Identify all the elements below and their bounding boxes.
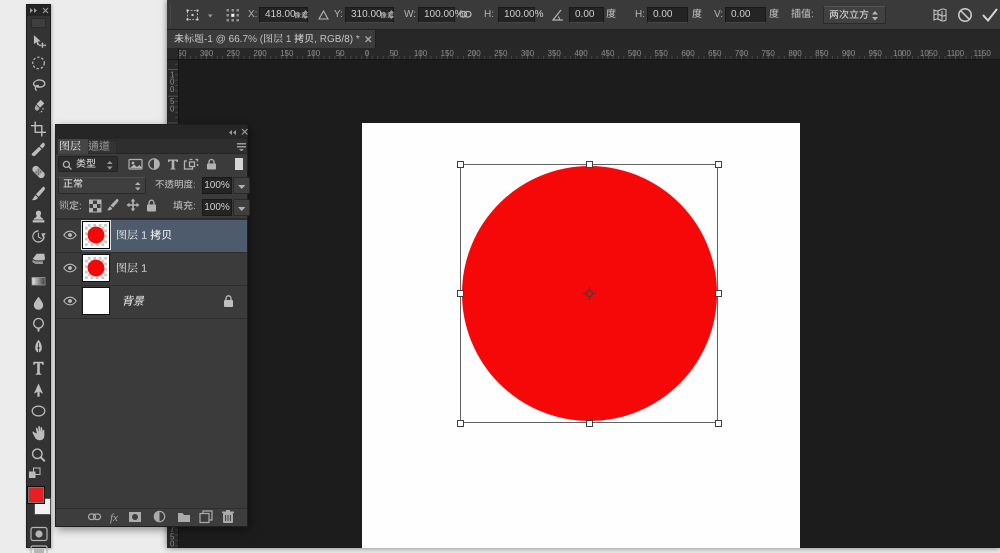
- svg-text:0: 0: [170, 105, 175, 114]
- svg-text:50: 50: [389, 49, 398, 58]
- svg-text:0: 0: [365, 49, 370, 58]
- svg-text:1100: 1100: [947, 49, 965, 58]
- svg-text:1050: 1050: [920, 49, 938, 58]
- svg-text:1000: 1000: [893, 49, 911, 58]
- svg-text:0: 0: [170, 85, 175, 94]
- svg-text:0: 0: [170, 540, 175, 548]
- svg-text:50: 50: [336, 49, 345, 58]
- svg-text:fx: fx: [110, 512, 118, 524]
- svg-text:1150: 1150: [974, 49, 992, 58]
